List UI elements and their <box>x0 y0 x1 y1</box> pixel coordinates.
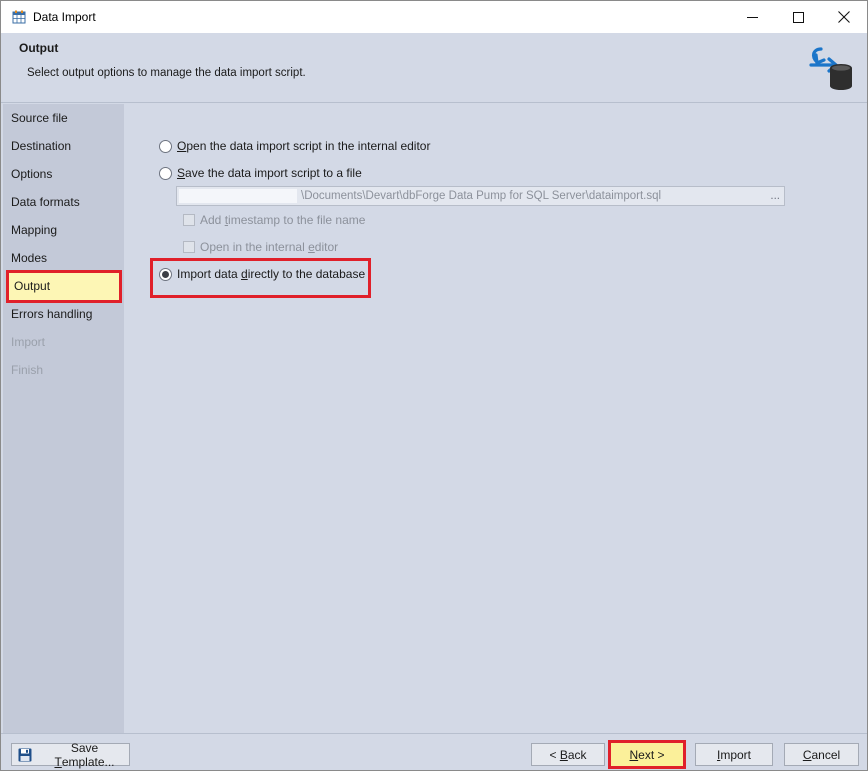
radio-button[interactable] <box>159 166 172 180</box>
checkbox-add-timestamp: Add timestamp to the file name <box>183 213 365 227</box>
cancel-label: Cancel <box>802 747 841 762</box>
sidebar-item-output[interactable]: Output <box>6 270 122 303</box>
import-label: Import <box>716 747 752 762</box>
wizard-steps-sidebar: Source file Destination Options Data for… <box>3 104 124 733</box>
radio-open-in-editor-label: Open the data import script in the inter… <box>177 139 431 153</box>
minimize-button[interactable] <box>729 1 775 33</box>
next-label: Next > <box>629 747 665 762</box>
maximize-button[interactable] <box>775 1 821 33</box>
minimize-icon <box>746 16 758 18</box>
browse-button: ... <box>770 190 780 202</box>
data-import-window: Data Import Output Select output options… <box>0 0 868 771</box>
radio-save-to-file[interactable]: Save the data import script to a file <box>159 166 362 180</box>
sidebar-item-errors-handling[interactable]: Errors handling <box>3 300 124 328</box>
checkbox-add-timestamp-label: Add timestamp to the file name <box>200 213 366 227</box>
back-button[interactable]: < Back <box>531 743 605 766</box>
title-bar: Data Import <box>1 1 867 33</box>
database-import-icon <box>809 47 852 90</box>
wizard-header: Output Select output options to manage t… <box>1 33 867 103</box>
radio-open-in-editor[interactable]: Open the data import script in the inter… <box>159 139 430 153</box>
file-path-field: \Documents\Devart\dbForge Data Pump for … <box>176 186 785 206</box>
sidebar-item-source-file[interactable]: Source file <box>3 104 124 132</box>
wizard-footer: Save Template... < Back Next > Import Ca… <box>1 733 867 770</box>
cancel-button[interactable]: Cancel <box>784 743 859 766</box>
checkbox-box <box>183 241 195 253</box>
checkbox-open-in-editor: Open in the internal editor <box>183 240 338 254</box>
sidebar-item-destination[interactable]: Destination <box>3 132 124 160</box>
back-label: < Back <box>549 747 587 762</box>
page-subtitle: Select output options to manage the data… <box>27 67 306 79</box>
radio-save-to-file-label: Save the data import script to a file <box>177 166 362 180</box>
redacted-path-segment <box>179 189 297 203</box>
output-options-panel: Open the data import script in the inter… <box>124 104 867 733</box>
window-title: Data Import <box>33 10 96 24</box>
close-icon <box>838 11 850 23</box>
radio-button[interactable] <box>159 139 172 153</box>
sidebar-item-modes[interactable]: Modes <box>3 244 124 272</box>
highlight-annotation <box>150 258 371 298</box>
sidebar-item-finish: Finish <box>11 363 44 377</box>
floppy-disk-icon <box>18 748 32 761</box>
close-button[interactable] <box>821 1 867 33</box>
checkbox-open-in-editor-label: Open in the internal editor <box>200 240 339 254</box>
sidebar-item-mapping[interactable]: Mapping <box>3 216 124 244</box>
sidebar-item-data-formats[interactable]: Data formats <box>3 188 124 216</box>
sidebar-item-import: Import <box>11 335 46 349</box>
checkbox-box <box>183 214 195 226</box>
file-path-text: \Documents\Devart\dbForge Data Pump for … <box>301 190 662 202</box>
save-template-label: Save Template... <box>54 740 115 769</box>
save-template-button[interactable]: Save Template... <box>11 740 130 769</box>
maximize-icon <box>792 11 804 23</box>
data-import-icon <box>12 10 26 24</box>
page-title: Output <box>19 41 59 55</box>
next-button[interactable]: Next > <box>608 740 686 769</box>
import-button[interactable]: Import <box>695 743 773 766</box>
sidebar-item-options[interactable]: Options <box>3 160 124 188</box>
